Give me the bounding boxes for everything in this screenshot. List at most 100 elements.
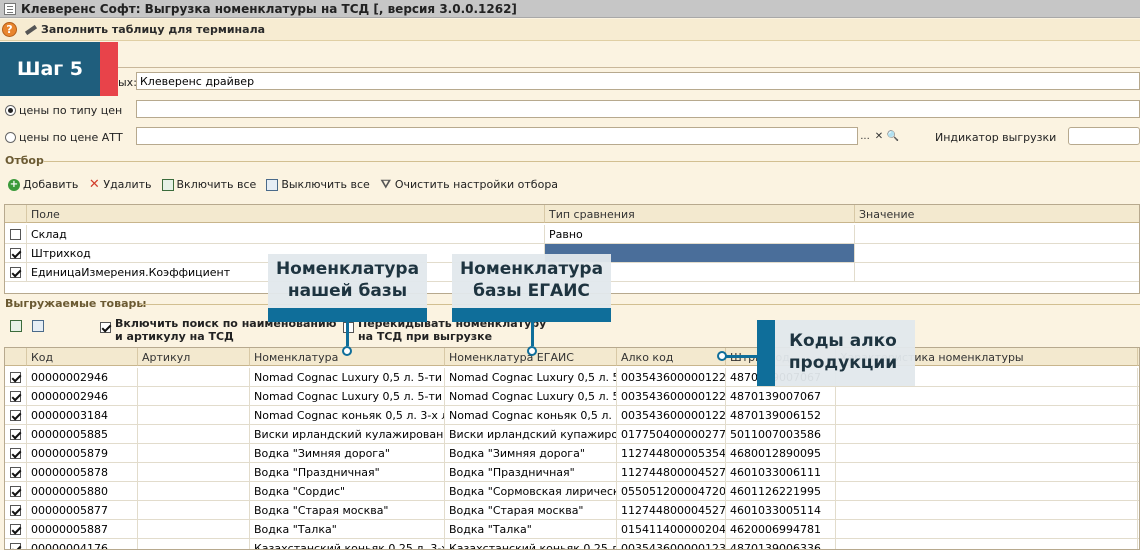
price-type-field[interactable]: [136, 100, 1140, 118]
driver-field[interactable]: Клеверенс драйвер: [136, 72, 1140, 90]
filter-row-field[interactable]: Склад: [27, 225, 545, 244]
clear-icon[interactable]: ✕: [872, 128, 886, 144]
goods-col-article[interactable]: Артикул: [138, 348, 250, 366]
goods-cell-egais-nomenclature[interactable]: Nomad Cognac Luxury 0,5 л. 5-т...: [445, 368, 617, 387]
goods-checkbox[interactable]: [10, 486, 21, 497]
goods-cell-barcode[interactable]: 4870139007067: [726, 387, 836, 406]
goods-cell-egais-nomenclature[interactable]: Nomad Cognac Luxury 0,5 л. 5-т...: [445, 387, 617, 406]
goods-cell-nomenclature[interactable]: Виски ирландский кулажированн...: [250, 425, 445, 444]
goods-cell-code[interactable]: 00000005878: [27, 463, 138, 482]
goods-cell-characteristic[interactable]: [836, 482, 1138, 501]
filter-row-compare[interactable]: Равно: [545, 225, 855, 244]
goods-cell-egais-nomenclature[interactable]: Nomad Cognac коньяк 0,5 л. 3...: [445, 406, 617, 425]
goods-cell-alco-code[interactable]: 112744800004527...: [617, 501, 726, 520]
goods-cell-nomenclature[interactable]: Водка "Зимняя дорога": [250, 444, 445, 463]
goods-cell-nomenclature[interactable]: Nomad Cognac Luxury 0,5 л. 5-ти лет: [250, 368, 445, 387]
goods-col-code[interactable]: Код: [27, 348, 138, 366]
goods-cell-egais-nomenclature[interactable]: Казахстанский коньяк 0,25 л...: [445, 539, 617, 549]
goods-cell-code[interactable]: 00000005879: [27, 444, 138, 463]
goods-checkbox[interactable]: [10, 448, 21, 459]
goods-cell-article[interactable]: [138, 463, 250, 482]
goods-cell-egais-nomenclature[interactable]: Водка "Сормовская лирическ...: [445, 482, 617, 501]
filter-row-value[interactable]: [855, 244, 1139, 263]
goods-cell-article[interactable]: [138, 520, 250, 539]
goods-cell-nomenclature[interactable]: Водка "Старая москва": [250, 501, 445, 520]
search-icon[interactable]: 🔍: [886, 128, 900, 144]
filter-row-value[interactable]: [855, 263, 1139, 282]
goods-cell-nomenclature[interactable]: Водка "Талка": [250, 520, 445, 539]
goods-cell-egais-nomenclature[interactable]: Водка "Праздничная": [445, 463, 617, 482]
delete-button[interactable]: ✕ Удалить: [88, 177, 152, 192]
goods-cell-egais-nomenclature[interactable]: Водка "Старая москва": [445, 501, 617, 520]
goods-cell-characteristic[interactable]: [836, 425, 1138, 444]
filter-col-value[interactable]: Значение: [855, 205, 1139, 223]
goods-cell-characteristic[interactable]: [836, 520, 1138, 539]
goods-cell-alco-code[interactable]: 055051200004720...: [617, 482, 726, 501]
goods-checkbox[interactable]: [10, 543, 21, 549]
fill-table-button[interactable]: Заполнить таблицу для терминала: [23, 23, 265, 36]
goods-cell-alco-code[interactable]: 003543600000122...: [617, 406, 726, 425]
goods-checkbox[interactable]: [10, 429, 21, 440]
goods-cell-nomenclature[interactable]: Nomad Cognac Luxury 0,5 л. 5-ти лет: [250, 387, 445, 406]
goods-cell-barcode[interactable]: 5011007003586: [726, 425, 836, 444]
goods-cell-article[interactable]: [138, 539, 250, 549]
goods-cell-barcode[interactable]: 4601033006111: [726, 463, 836, 482]
goods-cell-alco-code[interactable]: 003543600000123...: [617, 539, 726, 549]
goods-checkbox[interactable]: [10, 410, 21, 421]
goods-cell-barcode[interactable]: 4870139006152: [726, 406, 836, 425]
goods-cell-article[interactable]: [138, 387, 250, 406]
filter-col-compare[interactable]: Тип сравнения: [545, 205, 855, 223]
goods-cell-alco-code[interactable]: 112744800004527...: [617, 463, 726, 482]
goods-cell-article[interactable]: [138, 406, 250, 425]
goods-checkbox[interactable]: [10, 505, 21, 516]
goods-cell-characteristic[interactable]: [836, 501, 1138, 520]
goods-cell-characteristic[interactable]: [836, 539, 1138, 549]
goods-cell-nomenclature[interactable]: Водка "Сордис": [250, 482, 445, 501]
goods-cell-article[interactable]: [138, 482, 250, 501]
filter-checkbox[interactable]: [10, 229, 21, 240]
filter-checkbox[interactable]: [10, 267, 21, 278]
goods-cell-barcode[interactable]: 4601033005114: [726, 501, 836, 520]
filter-col-field[interactable]: Поле: [27, 205, 545, 223]
goods-checkbox[interactable]: [10, 467, 21, 478]
goods-cell-nomenclature[interactable]: Казахстанский коньяк 0,25 л. 3-х...: [250, 539, 445, 549]
clear-filter-button[interactable]: ⛛ Очистить настройки отбора: [380, 177, 558, 191]
disable-all-icon[interactable]: [32, 320, 44, 332]
filter-checkbox[interactable]: [10, 248, 21, 259]
goods-cell-barcode[interactable]: 4680012890095: [726, 444, 836, 463]
select-button[interactable]: ...: [858, 128, 872, 144]
goods-cell-alco-code[interactable]: 017750400000277...: [617, 425, 726, 444]
goods-cell-egais-nomenclature[interactable]: Водка "Зимняя дорога": [445, 444, 617, 463]
goods-cell-barcode[interactable]: 4870139006336: [726, 539, 836, 549]
goods-cell-code[interactable]: 00000002946: [27, 368, 138, 387]
search-name-checkbox[interactable]: [100, 322, 111, 333]
goods-cell-article[interactable]: [138, 444, 250, 463]
goods-cell-code[interactable]: 00000005880: [27, 482, 138, 501]
goods-cell-alco-code[interactable]: 112744800005354...: [617, 444, 726, 463]
disable-all-button[interactable]: Выключить все: [266, 178, 370, 191]
enable-all-icon[interactable]: [10, 320, 22, 332]
goods-cell-nomenclature[interactable]: Nomad Cognac коньяк 0,5 л. 3-х лет: [250, 406, 445, 425]
goods-col-alco-code[interactable]: Алко код: [617, 348, 726, 366]
goods-cell-alco-code[interactable]: 003543600000122...: [617, 387, 726, 406]
goods-cell-barcode[interactable]: 4601126221995: [726, 482, 836, 501]
filter-row-value[interactable]: [855, 225, 1139, 244]
goods-cell-egais-nomenclature[interactable]: Водка "Талка": [445, 520, 617, 539]
goods-cell-article[interactable]: [138, 425, 250, 444]
goods-cell-characteristic[interactable]: [836, 444, 1138, 463]
goods-cell-code[interactable]: 00000003184: [27, 406, 138, 425]
goods-cell-characteristic[interactable]: [836, 463, 1138, 482]
goods-cell-alco-code[interactable]: 015411400000204...: [617, 520, 726, 539]
goods-cell-egais-nomenclature[interactable]: Виски ирландский купажиров...: [445, 425, 617, 444]
goods-cell-article[interactable]: [138, 368, 250, 387]
add-button[interactable]: + Добавить: [8, 178, 78, 191]
price-att-field[interactable]: [136, 127, 858, 145]
radio-price-type[interactable]: [5, 105, 16, 116]
goods-cell-code[interactable]: 00000002946: [27, 387, 138, 406]
goods-cell-code[interactable]: 00000005885: [27, 425, 138, 444]
help-icon[interactable]: ?: [2, 22, 17, 37]
goods-checkbox[interactable]: [10, 524, 21, 535]
goods-cell-code[interactable]: 00000005877: [27, 501, 138, 520]
goods-cell-nomenclature[interactable]: Водка "Праздничная": [250, 463, 445, 482]
goods-checkbox[interactable]: [10, 372, 21, 383]
